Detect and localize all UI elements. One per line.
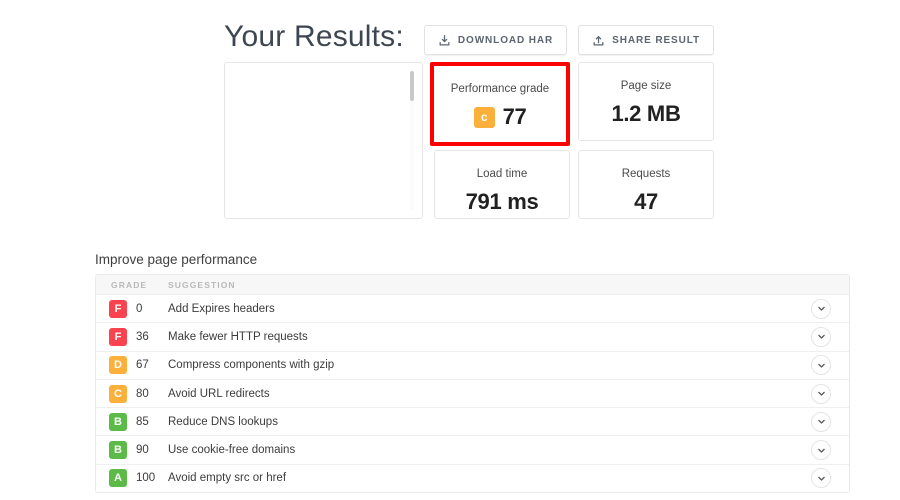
chevron-down-icon (817, 448, 825, 453)
cell-grade: B 85 (96, 412, 168, 431)
grade-badge: F (109, 327, 127, 346)
table-row[interactable]: F 0 Add Expires headers (96, 295, 849, 324)
suggestion-text: Reduce DNS lookups (168, 415, 278, 428)
cell-expand-toggle (793, 440, 849, 461)
grade-score: 100 (136, 472, 156, 485)
waterfall-scrollbar-thumb[interactable] (410, 71, 414, 101)
download-icon (438, 34, 451, 47)
chevron-down-icon (817, 363, 825, 368)
table-row[interactable]: B 90 Use cookie-free domains (96, 436, 849, 465)
page-size-card[interactable]: Page size 1.2 MB (578, 62, 714, 141)
table-body: F 0 Add Expires headers F 36 Make fewer HTTP … (96, 295, 849, 493)
table-row[interactable]: B 85 Reduce DNS lookups (96, 408, 849, 437)
expand-row-button[interactable] (811, 383, 831, 404)
expand-row-button[interactable] (811, 440, 831, 461)
grade-badge: A (109, 469, 127, 488)
grade-badge: B (109, 412, 127, 431)
waterfall-panel[interactable] (224, 62, 423, 219)
load-time-label: Load time (476, 168, 528, 180)
cell-expand-toggle (793, 298, 849, 319)
expand-row-button[interactable] (811, 355, 831, 376)
grade-score: 85 (136, 415, 149, 428)
download-har-button[interactable]: DOWNLOAD HAR (423, 25, 568, 55)
grade-score: 67 (136, 359, 149, 372)
expand-row-button[interactable] (811, 468, 831, 489)
chevron-down-icon (817, 391, 825, 396)
column-header-suggestion: SUGGESTION (168, 279, 236, 290)
grade-badge: B (109, 441, 127, 460)
suggestion-text: Avoid URL redirects (168, 387, 270, 400)
improve-section-title: Improve page performance (95, 252, 258, 267)
cell-grade: C 80 (96, 384, 168, 403)
grade-badge: C (109, 384, 127, 403)
column-header-grade: GRADE (111, 279, 148, 290)
grade-badge: D (109, 356, 127, 375)
cell-grade: D 67 (96, 356, 168, 375)
expand-row-button[interactable] (811, 411, 831, 432)
share-result-button[interactable]: SHARE RESULT (578, 25, 714, 55)
suggestion-text: Make fewer HTTP requests (168, 330, 308, 343)
suggestion-text: Use cookie-free domains (168, 444, 296, 457)
performance-grade-value-group: c 77 (473, 104, 527, 130)
grade-score: 90 (136, 444, 149, 457)
chevron-down-icon (817, 306, 825, 311)
table-row[interactable]: A 100 Avoid empty src or href (96, 464, 849, 493)
page-size-label: Page size (620, 80, 672, 92)
cell-grade: F 36 (96, 327, 168, 346)
chevron-down-icon (817, 476, 825, 481)
table-header-row: GRADE SUGGESTION (96, 275, 849, 295)
chevron-down-icon (817, 335, 825, 340)
results-header: Your Results: DOWNLOAD HAR SHARE RESULT (224, 20, 714, 60)
cell-expand-toggle (793, 411, 849, 432)
cell-expand-toggle (793, 383, 849, 404)
waterfall-scrollbar[interactable] (410, 69, 414, 211)
table-row[interactable]: F 36 Make fewer HTTP requests (96, 323, 849, 352)
cell-expand-toggle (793, 468, 849, 489)
header-actions: DOWNLOAD HAR SHARE RESULT (423, 25, 714, 55)
page-size-value: 1.2 MB (611, 101, 681, 126)
share-result-label: SHARE RESULT (612, 34, 700, 46)
cell-expand-toggle (793, 355, 849, 376)
improve-suggestions-table: GRADE SUGGESTION F 0 Add Expires headers F 3… (95, 274, 850, 494)
requests-value: 47 (634, 189, 658, 214)
page-title: Your Results: (224, 20, 404, 53)
performance-grade-label: Performance grade (450, 83, 550, 95)
expand-row-button[interactable] (811, 326, 831, 347)
download-har-label: DOWNLOAD HAR (457, 34, 554, 46)
grade-score: 0 (136, 302, 143, 315)
requests-card[interactable]: Requests 47 (578, 150, 714, 219)
grade-score: 36 (136, 330, 149, 343)
expand-row-button[interactable] (811, 298, 831, 319)
table-row[interactable]: D 67 Compress components with gzip (96, 351, 849, 380)
suggestion-text: Compress components with gzip (168, 359, 335, 372)
cell-grade: F0 (96, 299, 168, 318)
suggestion-text: Avoid empty src or href (168, 472, 287, 485)
cell-grade: B 90 (96, 441, 168, 460)
performance-grade-card[interactable]: Performance grade c 77 (430, 62, 570, 146)
share-icon (592, 34, 605, 47)
requests-label: Requests (621, 168, 671, 180)
load-time-value: 791 ms (465, 189, 539, 214)
grade-badge: F (109, 299, 127, 318)
load-time-card[interactable]: Load time 791 ms (434, 150, 570, 219)
suggestion-text: Add Expires headers (168, 302, 275, 315)
cell-grade: A 100 (96, 469, 168, 488)
table-row[interactable]: C 80 Avoid URL redirects (96, 379, 849, 409)
chevron-down-icon (817, 420, 825, 424)
summary-cards: Performance grade c 77 Page size 1.2 MB … (224, 62, 714, 220)
grade-score: 80 (136, 387, 149, 400)
cell-expand-toggle (793, 326, 849, 347)
performance-grade-badge: c (473, 106, 495, 128)
performance-grade-score: 77 (502, 104, 527, 129)
